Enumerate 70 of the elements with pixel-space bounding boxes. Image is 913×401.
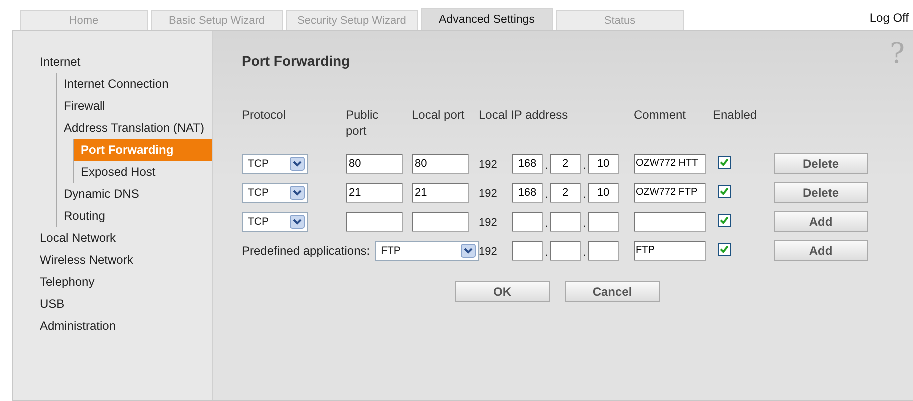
ip-separator: . — [582, 188, 588, 200]
checkbox[interactable] — [718, 214, 731, 226]
row-action-button[interactable]: Delete — [774, 153, 868, 174]
sidebar-item[interactable]: Address Translation (NAT) — [57, 117, 212, 139]
ip-separator: . — [544, 216, 550, 230]
nav-tab[interactable]: Advanced Settings — [421, 8, 553, 30]
ip-separator: . — [582, 158, 588, 172]
comment-field[interactable] — [634, 212, 706, 232]
comment-field[interactable]: FTP — [634, 240, 706, 260]
comment-field[interactable]: OZW772 HTT — [634, 154, 706, 174]
ip-octet-field[interactable] — [588, 212, 619, 232]
protocol-dropdown[interactable]: TCP — [242, 182, 308, 202]
sidebar-item[interactable]: Exposed Host — [74, 161, 212, 183]
ip-prefix: 192 — [479, 245, 498, 258]
protocol-dropdown[interactable]: TCP — [242, 154, 308, 174]
ip-octet-field[interactable] — [512, 240, 543, 260]
port-field[interactable] — [412, 212, 469, 232]
ip-octet-field[interactable] — [550, 212, 581, 232]
port-field[interactable]: 80 — [412, 154, 469, 174]
column-header: Local port — [412, 107, 466, 123]
checkbox[interactable] — [718, 184, 731, 198]
sidebar-item[interactable]: Administration — [40, 315, 212, 337]
sidebar-item[interactable]: Routing — [57, 205, 212, 227]
checkbox[interactable] — [718, 242, 731, 256]
field-label: Predefined applications: — [242, 244, 370, 258]
ip-separator: . — [582, 216, 588, 230]
page-title: Port Forwarding — [242, 53, 350, 69]
port-field[interactable]: 80 — [346, 154, 403, 174]
row-action-button[interactable]: Delete — [774, 182, 868, 203]
checkbox[interactable] — [718, 156, 731, 168]
log-off-link[interactable]: Log Off — [870, 11, 909, 25]
ip-separator: . — [544, 158, 550, 172]
sidebar-item[interactable]: Wireless Network — [40, 249, 212, 271]
protocol-dropdown[interactable]: TCP — [242, 212, 308, 232]
ip-separator: . — [544, 246, 550, 258]
ip-octet-field[interactable]: 168 — [512, 182, 543, 202]
ip-octet-field[interactable] — [512, 212, 543, 232]
sidebar-item[interactable]: Dynamic DNS — [57, 183, 212, 205]
column-header: Protocol — [242, 107, 288, 123]
application-dropdown[interactable]: FTP — [375, 240, 479, 260]
column-header: Public port — [346, 107, 380, 139]
row-action-button[interactable]: Add — [774, 240, 868, 261]
ip-prefix: 192 — [479, 158, 498, 171]
ip-octet-field[interactable] — [550, 240, 581, 260]
ip-separator: . — [544, 188, 550, 200]
ip-octet-field[interactable]: 10 — [588, 182, 619, 202]
column-header: Local IP address — [479, 107, 570, 123]
port-field[interactable] — [346, 212, 403, 232]
ip-octet-field[interactable] — [588, 240, 619, 260]
comment-field[interactable]: OZW772 FTP — [634, 182, 706, 202]
column-header: Comment — [634, 107, 688, 123]
ip-prefix: 192 — [479, 187, 498, 200]
form-button[interactable]: Cancel — [565, 281, 660, 302]
ip-octet-field[interactable]: 2 — [550, 154, 581, 174]
sidebar-item[interactable]: USB — [40, 293, 212, 315]
ip-separator: . — [582, 246, 588, 258]
port-field[interactable]: 21 — [346, 182, 403, 202]
row-action-button[interactable]: Add — [774, 211, 868, 232]
sidebar-item[interactable]: Local Network — [40, 227, 212, 249]
form-button[interactable]: OK — [455, 281, 550, 302]
ip-prefix: 192 — [479, 216, 498, 229]
sidebar-item[interactable]: Firewall — [57, 95, 212, 117]
column-header: Enabled — [713, 107, 758, 123]
ip-octet-field[interactable]: 10 — [588, 154, 619, 174]
sidebar-item[interactable]: Telephony — [40, 271, 212, 293]
ip-octet-field[interactable]: 168 — [512, 154, 543, 174]
port-field[interactable]: 21 — [412, 182, 469, 202]
ip-octet-field[interactable]: 2 — [550, 182, 581, 202]
sidebar-item[interactable]: Internet Connection — [57, 73, 212, 95]
sidebar-item[interactable]: Internet — [40, 51, 212, 73]
